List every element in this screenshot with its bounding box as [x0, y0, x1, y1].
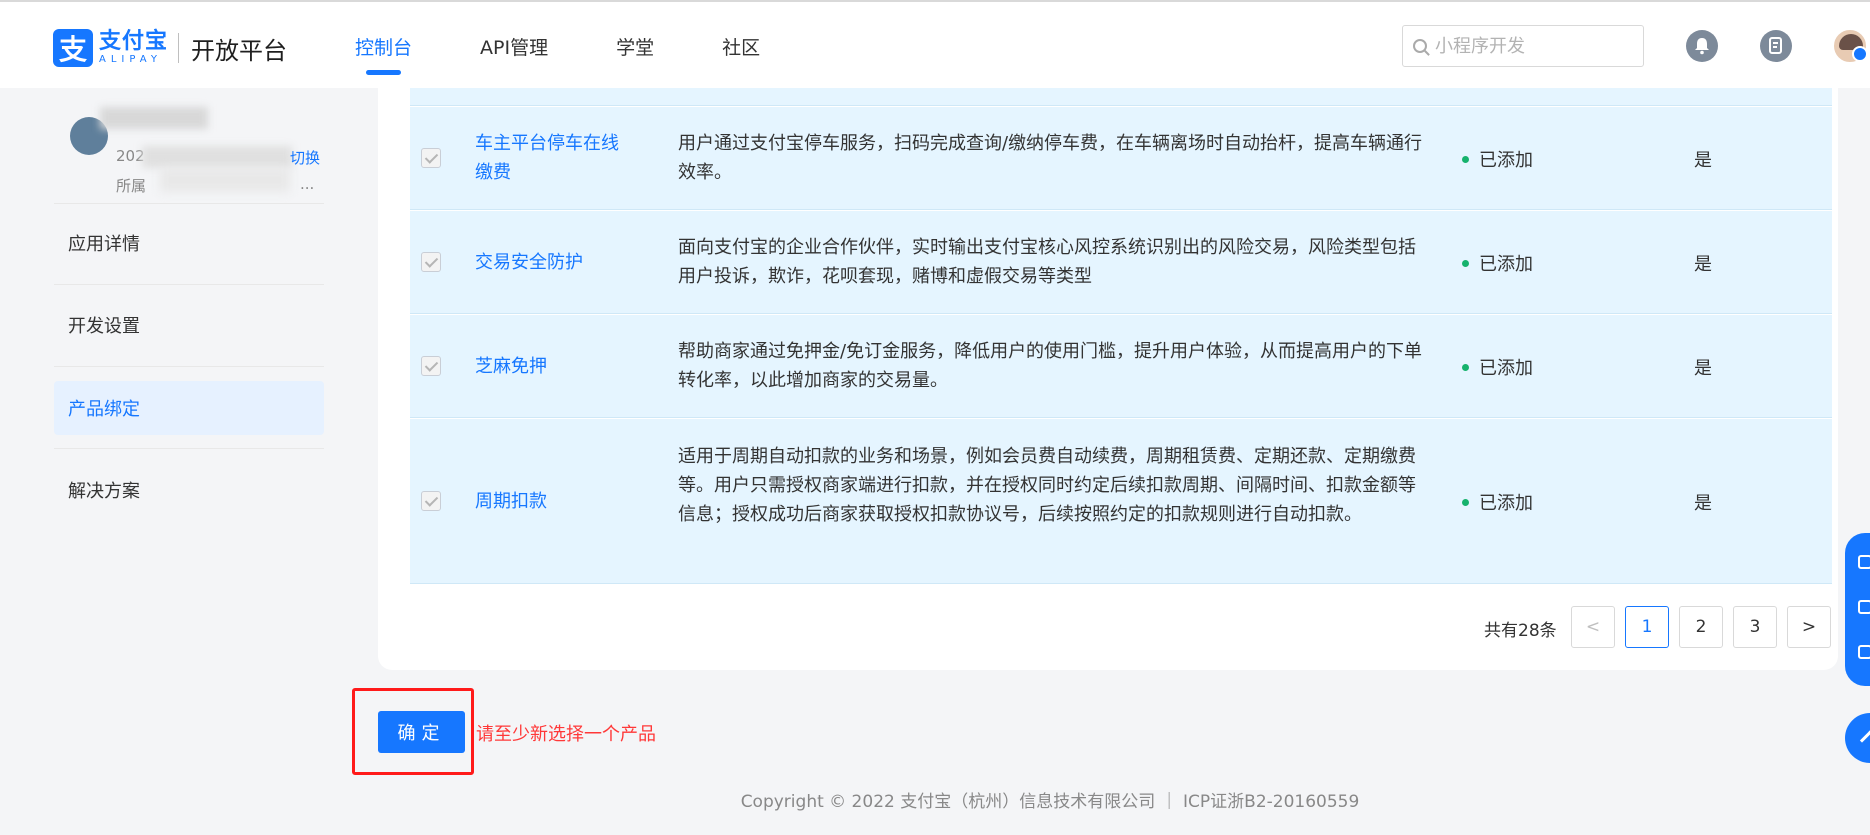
status-dot-icon: [1462, 259, 1469, 267]
chat-icon[interactable]: [1858, 555, 1870, 569]
status-badge: 已添加: [1462, 489, 1533, 515]
feedback-icon[interactable]: [1858, 600, 1870, 614]
product-description: 面向支付宝的企业合作伙伴，实时输出支付宝核心风控系统识别出的风险交易，风险类型包…: [678, 237, 1416, 287]
account-id-text: 202: [116, 147, 145, 165]
sidebar-item-product-binding[interactable]: 产品绑定: [54, 381, 324, 435]
main-nav: 控制台 API管理 学堂 社区: [355, 2, 828, 90]
status-dot-icon: [1462, 498, 1469, 506]
mail-icon[interactable]: [1858, 645, 1870, 659]
page-3-button[interactable]: 3: [1733, 606, 1777, 648]
sidebar-divider: [54, 203, 324, 204]
alipay-logo[interactable]: 支 支付宝 ALIPAY 开放平台: [53, 29, 287, 67]
account-owner-text: 所属: [116, 177, 147, 195]
top-navigation-bar: 支 支付宝 ALIPAY 开放平台 控制台 API管理 学堂 社区: [0, 0, 1870, 88]
required-value: 是: [1694, 493, 1712, 514]
sidebar-item-solutions[interactable]: 解决方案: [54, 463, 324, 517]
back-to-top-icon[interactable]: [1845, 713, 1870, 763]
status-text: 已添加: [1479, 493, 1533, 514]
logo-cn-text: 支付宝: [99, 29, 169, 54]
page-2-button[interactable]: 2: [1679, 606, 1723, 648]
table-row[interactable]: 车主平台停车在线缴费 用户通过支付宝停车服务，扫码完成查询/缴纳停车费，在车辆离…: [410, 107, 1832, 210]
sidebar-divider: [54, 366, 324, 367]
redacted-account-owner: [160, 168, 290, 192]
logo-en-text: ALIPAY: [99, 54, 162, 65]
nav-console[interactable]: 控制台: [355, 2, 412, 90]
sidebar-divider: [54, 448, 324, 449]
product-description: 适用于周期自动扣款的业务和场景，例如会员费自动续费，周期租赁费、定期还款、定期缴…: [678, 446, 1416, 525]
switch-account-link[interactable]: 切换: [290, 147, 320, 168]
row-checkbox[interactable]: [421, 356, 441, 376]
product-name-link[interactable]: 芝麻免押: [475, 352, 635, 381]
nav-api-management[interactable]: API管理: [480, 2, 548, 90]
table-row[interactable]: 周期扣款 适用于周期自动扣款的业务和场景，例如会员费自动续费，周期租赁费、定期还…: [410, 419, 1832, 584]
alipay-mark-icon: 支: [53, 29, 93, 67]
pagination-total: 共有28条: [1484, 621, 1557, 641]
sidebar-item-app-details[interactable]: 应用详情: [54, 216, 324, 270]
status-text: 已添加: [1479, 254, 1533, 275]
status-badge: 已添加: [1462, 250, 1533, 276]
table-row[interactable]: 芝麻免押 帮助商家通过免押金/免订金服务，降低用户的使用门槛，提升用户体验，从而…: [410, 315, 1832, 418]
status-text: 已添加: [1479, 150, 1533, 171]
product-name-link[interactable]: 车主平台停车在线缴费: [475, 129, 635, 187]
notification-bell-icon[interactable]: [1686, 30, 1718, 62]
next-page-button[interactable]: >: [1787, 606, 1831, 648]
product-description: 帮助商家通过免押金/免订金服务，降低用户的使用门槛，提升用户体验，从而提高用户的…: [678, 341, 1423, 391]
footer-copyright: Copyright © 2022 支付宝（杭州）信息技术有限公司 ｜ ICP证浙…: [740, 792, 1360, 812]
status-dot-icon: [1462, 363, 1469, 371]
product-name-link[interactable]: 交易安全防护: [475, 248, 635, 277]
sidebar: 202 所属 ... 切换 应用详情 开发设置 产品绑定 解决方案: [0, 88, 340, 835]
search-input[interactable]: [1435, 35, 1635, 57]
required-value: 是: [1694, 150, 1712, 171]
status-text: 已添加: [1479, 358, 1533, 379]
status-badge: 已添加: [1462, 146, 1533, 172]
sidebar-divider: [54, 284, 324, 285]
row-checkbox[interactable]: [421, 148, 441, 168]
required-value: 是: [1694, 254, 1712, 275]
validation-error-message: 请至少新选择一个产品: [476, 724, 656, 745]
platform-title: 开放平台: [191, 36, 288, 65]
nav-community[interactable]: 社区: [722, 2, 760, 90]
nav-academy[interactable]: 学堂: [616, 2, 654, 90]
redacted-account-name: [100, 107, 208, 129]
account-card: 202 所属 ... 切换: [70, 102, 325, 202]
prev-page-button[interactable]: <: [1571, 606, 1615, 648]
sidebar-item-dev-settings[interactable]: 开发设置: [54, 298, 324, 352]
row-checkbox[interactable]: [421, 491, 441, 511]
search-icon: [1413, 39, 1427, 53]
account-ellipsis: ...: [300, 175, 315, 193]
redacted-account-id: [142, 146, 292, 168]
logo-divider: [178, 33, 180, 63]
table-row[interactable]: 交易安全防护 面向支付宝的企业合作伙伴，实时输出支付宝核心风控系统识别出的风险交…: [410, 211, 1832, 314]
status-dot-icon: [1462, 155, 1469, 163]
logo-wordmark: 支付宝 ALIPAY: [99, 31, 168, 65]
status-badge: 已添加: [1462, 354, 1533, 380]
confirm-button[interactable]: 确定: [378, 711, 465, 753]
required-value: 是: [1694, 358, 1712, 379]
row-checkbox[interactable]: [421, 252, 441, 272]
table-row-partial: [410, 88, 1832, 106]
product-name-link[interactable]: 周期扣款: [475, 487, 635, 516]
product-description: 用户通过支付宝停车服务，扫码完成查询/缴纳停车费，在车辆离场时自动抬杆，提高车辆…: [678, 133, 1423, 183]
avatar-badge-icon: [1852, 46, 1868, 62]
page-1-button[interactable]: 1: [1625, 606, 1669, 648]
search-box: [1402, 25, 1644, 67]
document-icon[interactable]: [1760, 30, 1792, 62]
